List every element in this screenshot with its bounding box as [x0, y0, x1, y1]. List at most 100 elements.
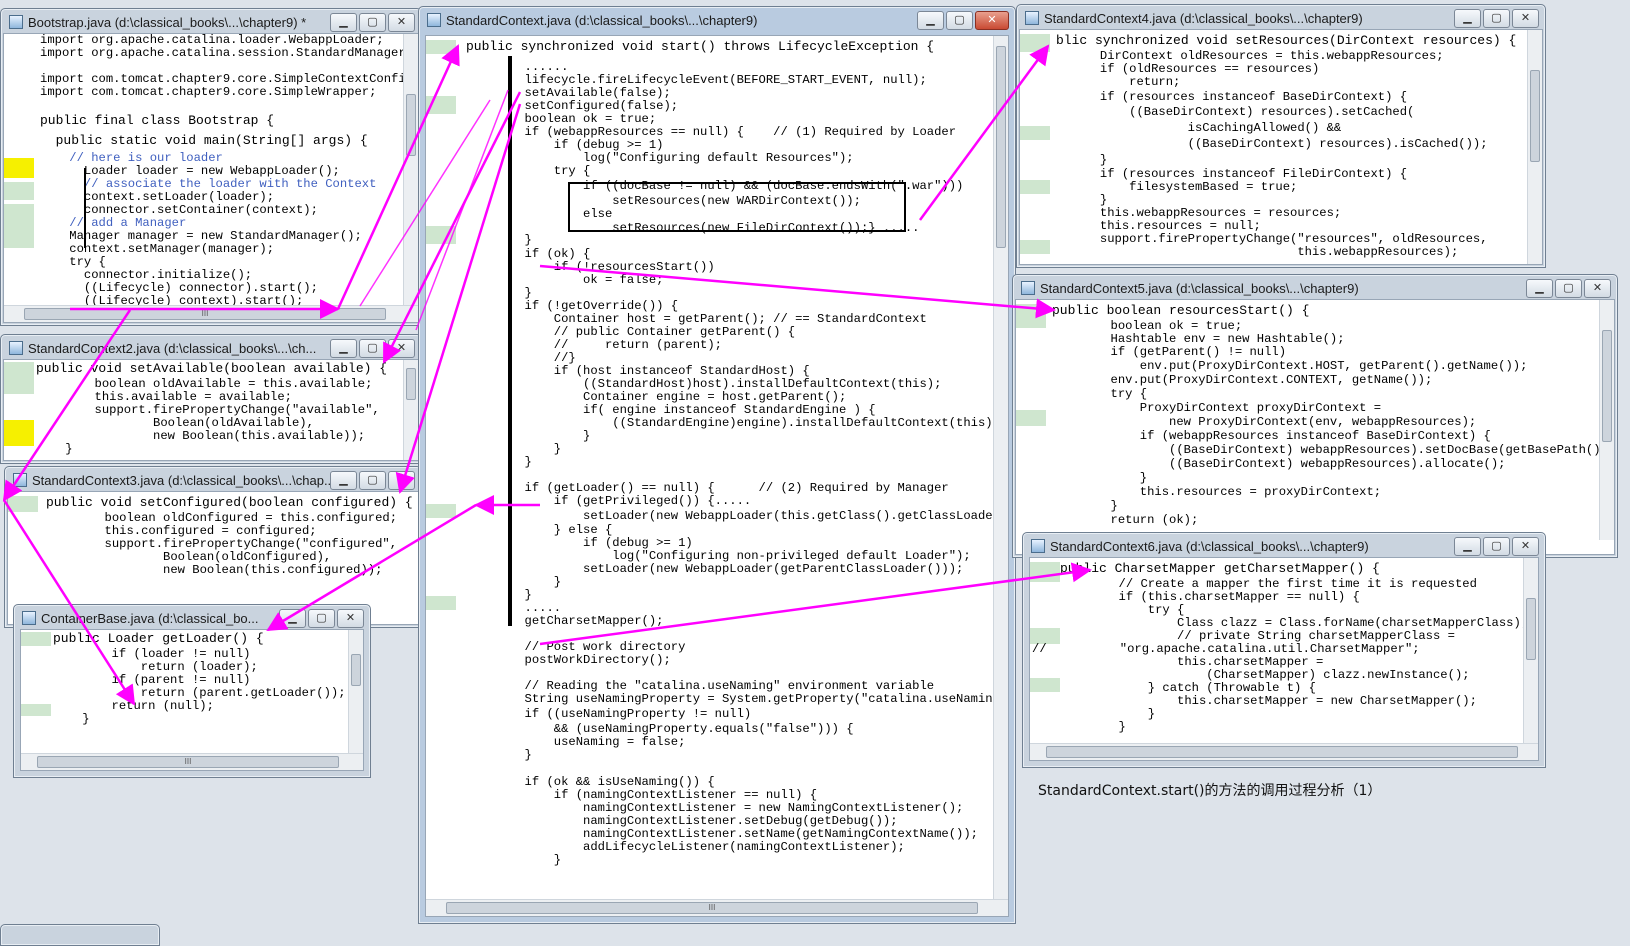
change-marker: [426, 96, 456, 114]
editor[interactable]: public synchronized void start() throws …: [425, 35, 1009, 917]
horizontal-scrollbar[interactable]: III: [4, 305, 418, 322]
vertical-scrollbar[interactable]: [403, 34, 418, 306]
code-line: }: [1060, 720, 1126, 734]
window-standard-context-2[interactable]: StandardContext2.java (d:\classical_book…: [0, 334, 422, 464]
close-button[interactable]: ✕: [388, 470, 415, 490]
maximize-button[interactable]: ▢: [1483, 8, 1510, 28]
code-area[interactable]: public void setAvailable(boolean availab…: [36, 360, 404, 460]
minimize-button[interactable]: ▁: [1454, 8, 1481, 28]
close-button[interactable]: ✕: [388, 12, 415, 32]
window-title: StandardContext4.java (d:\classical_book…: [1044, 10, 1363, 26]
close-button[interactable]: ✕: [1584, 278, 1611, 298]
code-line: public void setConfigured(boolean config…: [46, 495, 413, 510]
titlebar[interactable]: StandardContext2.java (d:\classical_book…: [1, 335, 421, 361]
close-button[interactable]: ✕: [337, 608, 364, 628]
window-container-base[interactable]: ContainerBase.java (d:\classical_bo... ▁…: [13, 604, 371, 778]
horizontal-scrollbar[interactable]: [1030, 743, 1538, 760]
maximize-button[interactable]: ▢: [1555, 278, 1582, 298]
code-line: }: [466, 455, 532, 469]
code-line: new Boolean(this.configured));: [46, 563, 383, 577]
titlebar[interactable]: Bootstrap.java (d:\classical_books\...\c…: [1, 9, 421, 35]
titlebar[interactable]: StandardContext4.java (d:\classical_book…: [1017, 5, 1545, 31]
java-file-icon: [1021, 281, 1035, 295]
change-marker: [1016, 304, 1046, 328]
minimize-button[interactable]: ▁: [1526, 278, 1553, 298]
highlight-box: [568, 182, 906, 232]
change-marker: [1020, 180, 1050, 194]
code-area[interactable]: blic synchronized void setResources(DirC…: [1056, 30, 1528, 264]
vertical-scrollbar[interactable]: [1599, 300, 1614, 540]
java-file-icon: [9, 15, 23, 29]
code-line: String useNamingProperty = System.getPro…: [466, 692, 1009, 706]
window-standard-context-5[interactable]: StandardContext5.java (d:\classical_book…: [1012, 274, 1618, 558]
titlebar[interactable]: StandardContext.java (d:\classical_books…: [419, 7, 1015, 33]
code-area[interactable]: import org.apache.catalina.loader.Webapp…: [40, 34, 418, 308]
code-line: }: [466, 233, 532, 247]
editor[interactable]: public CharsetMapper getCharsetMapper() …: [1029, 557, 1539, 761]
minimize-button[interactable]: ▁: [330, 338, 357, 358]
horizontal-scrollbar[interactable]: III: [21, 753, 363, 770]
vertical-scrollbar[interactable]: [1527, 30, 1542, 264]
window-title: StandardContext.java (d:\classical_books…: [446, 12, 758, 28]
code-line: public Loader getLoader() {: [53, 631, 264, 646]
code-area[interactable]: public Loader getLoader() { if (loader !…: [53, 630, 349, 754]
gutter: [1020, 30, 1050, 264]
minimize-button[interactable]: ▁: [330, 12, 357, 32]
code-line: return;: [1056, 75, 1181, 89]
minimize-button[interactable]: ▁: [1454, 536, 1481, 556]
java-file-icon: [427, 13, 441, 27]
code-area[interactable]: public boolean resourcesStart() { boolea…: [1052, 300, 1614, 540]
editor[interactable]: public boolean resourcesStart() { boolea…: [1015, 299, 1615, 555]
vertical-scrollbar[interactable]: [1523, 558, 1538, 744]
window-partial[interactable]: [0, 924, 160, 946]
close-button[interactable]: ✕: [388, 338, 415, 358]
window-standard-context-4[interactable]: StandardContext4.java (d:\classical_book…: [1016, 4, 1546, 268]
maximize-button[interactable]: ▢: [946, 10, 973, 30]
scope-bar: [508, 56, 512, 626]
code-line: postWorkDirectory();: [466, 653, 671, 667]
minimize-button[interactable]: ▁: [330, 470, 357, 490]
code-line: }: [36, 442, 73, 456]
editor[interactable]: public void setAvailable(boolean availab…: [3, 359, 419, 461]
window-title: ContainerBase.java (d:\classical_bo...: [41, 610, 259, 626]
code-line: env.put(ProxyDirContext.CONTEXT, getName…: [1052, 373, 1433, 387]
close-button[interactable]: ✕: [1512, 8, 1539, 28]
change-marker: [8, 496, 38, 512]
close-button[interactable]: ✕: [975, 10, 1009, 30]
maximize-button[interactable]: ▢: [308, 608, 335, 628]
vertical-scrollbar[interactable]: [348, 630, 363, 754]
window-title: StandardContext3.java (d:\classical_book…: [32, 472, 330, 488]
titlebar[interactable]: StandardContext3.java (d:\classical_book…: [5, 467, 421, 493]
window-standard-context-main[interactable]: StandardContext.java (d:\classical_books…: [418, 6, 1016, 924]
maximize-button[interactable]: ▢: [1483, 536, 1510, 556]
window-standard-context-6[interactable]: StandardContext6.java (d:\classical_book…: [1022, 532, 1546, 768]
titlebar[interactable]: StandardContext5.java (d:\classical_book…: [1013, 275, 1617, 301]
gutter: [1030, 558, 1060, 760]
code-line: new ProxyDirContext(env, webappResources…: [1052, 415, 1477, 429]
window-bootstrap[interactable]: Bootstrap.java (d:\classical_books\...\c…: [0, 8, 422, 326]
close-button[interactable]: ✕: [1512, 536, 1539, 556]
minimize-button[interactable]: ▁: [279, 608, 306, 628]
minimize-button[interactable]: ▁: [917, 10, 944, 30]
scope-bar: [84, 168, 86, 248]
breakpoint-marker: [4, 158, 34, 178]
editor[interactable]: import org.apache.catalina.loader.Webapp…: [3, 33, 419, 323]
code-area[interactable]: public CharsetMapper getCharsetMapper() …: [1032, 558, 1528, 744]
vertical-scrollbar[interactable]: [993, 36, 1008, 900]
maximize-button[interactable]: ▢: [359, 470, 386, 490]
editor[interactable]: public Loader getLoader() { if (loader !…: [20, 629, 364, 771]
code-line: new Boolean(this.available));: [36, 429, 366, 443]
maximize-button[interactable]: ▢: [359, 338, 386, 358]
code-line: }: [1052, 499, 1118, 513]
titlebar[interactable]: StandardContext6.java (d:\classical_book…: [1023, 533, 1545, 559]
editor[interactable]: blic synchronized void setResources(DirC…: [1019, 29, 1543, 265]
maximize-button[interactable]: ▢: [359, 12, 386, 32]
titlebar[interactable]: ContainerBase.java (d:\classical_bo... ▁…: [14, 605, 370, 631]
code-area[interactable]: public synchronized void start() throws …: [466, 40, 1008, 900]
java-file-icon: [1025, 11, 1039, 25]
horizontal-scrollbar[interactable]: III: [426, 899, 1008, 916]
gutter: [1016, 300, 1046, 554]
vertical-scrollbar[interactable]: [403, 360, 418, 460]
change-marker: [4, 362, 34, 394]
code-line: try {: [466, 164, 591, 178]
